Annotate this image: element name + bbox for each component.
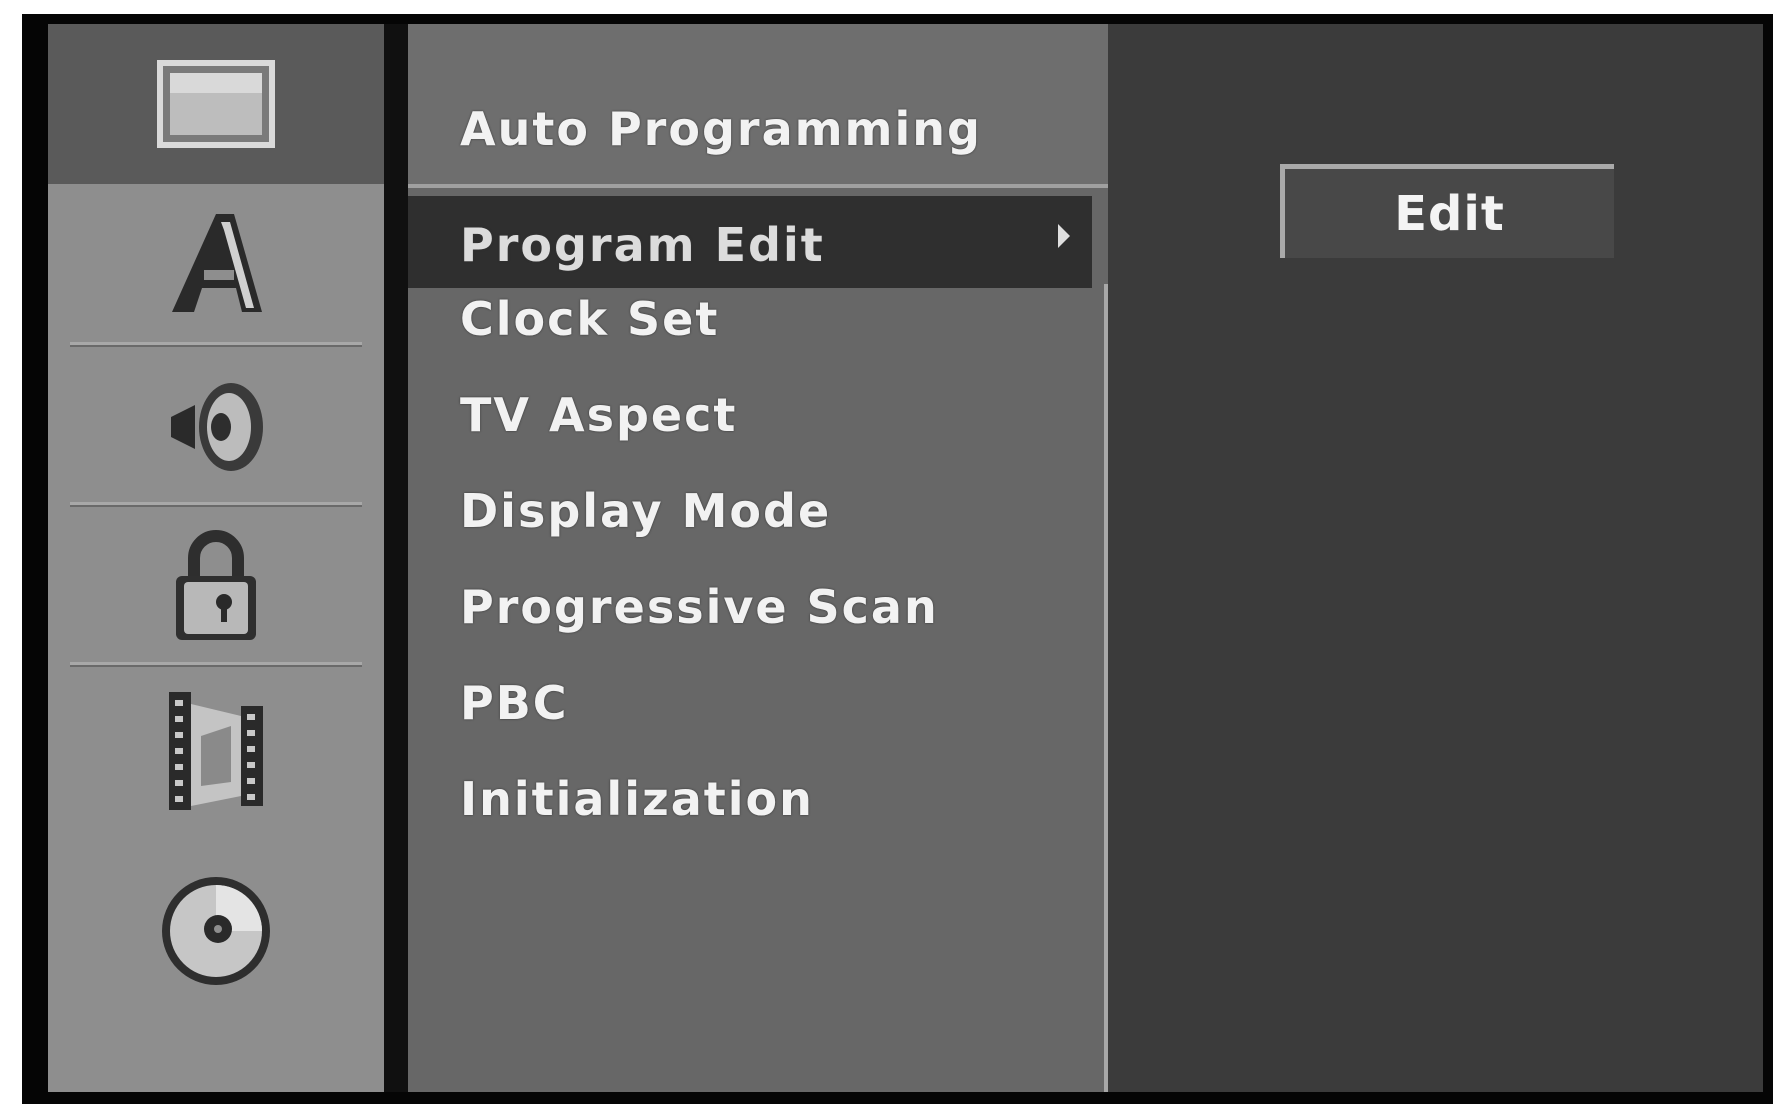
setup-menu-screen: Auto Programming Program Edit Clock Set …: [22, 14, 1773, 1104]
sidebar-divider: [70, 502, 362, 505]
padlock-icon: [166, 524, 266, 644]
menu-item-auto-programming[interactable]: Auto Programming: [460, 102, 982, 156]
menu-item-program-edit[interactable]: Program Edit: [408, 196, 1092, 288]
sidebar-item-audio[interactable]: [48, 346, 384, 502]
menu-item-label: Program Edit: [460, 218, 825, 272]
menu-item-progressive-scan[interactable]: Progressive Scan: [460, 580, 939, 634]
sidebar-divider: [70, 342, 362, 345]
edit-button[interactable]: Edit: [1280, 164, 1614, 258]
menu-item-initialization[interactable]: Initialization: [460, 772, 814, 826]
menu-item-display-mode[interactable]: Display Mode: [460, 484, 831, 538]
sidebar-divider: [70, 662, 362, 665]
submenu-arrow-icon: [1058, 224, 1070, 248]
category-sidebar: [48, 24, 384, 1092]
sidebar-item-recording[interactable]: [48, 666, 384, 836]
menu-item-clock-set[interactable]: Clock Set: [460, 292, 719, 346]
tv-screen-icon: [156, 59, 276, 149]
disc-icon: [156, 871, 276, 991]
language-a-icon: [166, 208, 266, 318]
speaker-icon: [161, 369, 271, 479]
sidebar-item-general[interactable]: [48, 24, 384, 184]
sidebar-item-language[interactable]: [48, 184, 384, 342]
menu-divider: [408, 184, 1108, 188]
setup-options-menu: Auto Programming Program Edit Clock Set …: [408, 24, 1108, 1092]
menu-item-pbc[interactable]: PBC: [460, 676, 569, 730]
sidebar-separator: [384, 24, 408, 1092]
submenu-panel: Edit: [1108, 24, 1763, 1092]
sidebar-item-disc[interactable]: [48, 836, 384, 1026]
menu-item-tv-aspect[interactable]: TV Aspect: [460, 388, 737, 442]
film-reel-icon: [161, 686, 271, 816]
sidebar-item-lock[interactable]: [48, 506, 384, 662]
